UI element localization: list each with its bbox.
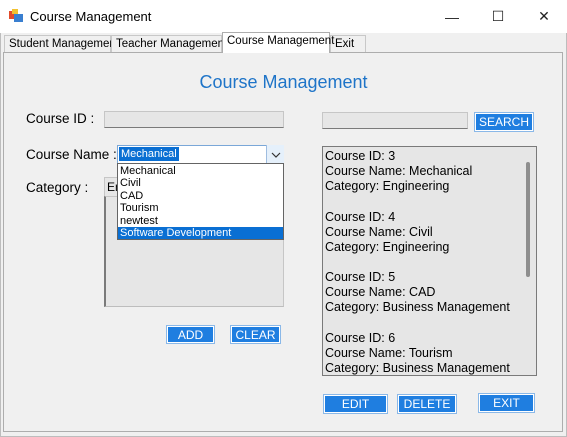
result-line: Course Name: Mechanical bbox=[325, 164, 473, 178]
minimize-button[interactable]: — bbox=[429, 0, 475, 33]
dropdown-option[interactable]: newtest bbox=[118, 215, 283, 227]
window-title: Course Management bbox=[30, 9, 152, 24]
course-name-selected-value: Mechanical bbox=[119, 147, 179, 161]
results-textarea[interactable]: Course ID: 3 Course Name: Mechanical Cat… bbox=[322, 146, 537, 376]
search-button[interactable]: SEARCH bbox=[474, 112, 534, 132]
category-label: Category : bbox=[26, 180, 89, 195]
result-line: Category: Engineering bbox=[325, 179, 450, 193]
chevron-down-icon[interactable] bbox=[266, 145, 284, 164]
result-line: Course Name: Tourism bbox=[325, 346, 453, 360]
result-line: Category: Business Management bbox=[325, 300, 510, 314]
course-name-label: Course Name : bbox=[26, 147, 117, 162]
result-line: Category: Business Management bbox=[325, 361, 510, 375]
result-line: Course ID: 3 bbox=[325, 149, 396, 163]
dropdown-option[interactable]: Civil bbox=[118, 177, 283, 189]
clear-button[interactable]: CLEAR bbox=[230, 325, 281, 344]
dropdown-option-highlighted[interactable]: Software Development bbox=[118, 227, 283, 240]
dropdown-option[interactable]: Mechanical bbox=[118, 165, 283, 177]
result-line: Category: Engineering bbox=[325, 239, 450, 254]
course-id-input[interactable] bbox=[104, 111, 284, 128]
maximize-button[interactable]: ☐ bbox=[475, 0, 521, 33]
page-title: Course Management bbox=[199, 72, 368, 92]
course-name-dropdown-list: Mechanical Civil CAD Tourism newtest Sof… bbox=[117, 163, 284, 240]
app-icon bbox=[9, 9, 23, 22]
course-id-label: Course ID : bbox=[26, 111, 95, 126]
edit-button[interactable]: EDIT bbox=[323, 394, 388, 414]
tab-exit[interactable]: Exit bbox=[330, 35, 366, 52]
dropdown-option[interactable]: Tourism bbox=[118, 202, 283, 214]
tab-course-management[interactable]: Course Management bbox=[222, 32, 334, 53]
result-line: Course Name: CAD bbox=[325, 285, 436, 299]
delete-button[interactable]: DELETE bbox=[397, 394, 457, 414]
tab-student-management[interactable]: Student Management bbox=[4, 35, 119, 52]
tab-teacher-management[interactable]: Teacher Management bbox=[111, 35, 227, 52]
search-input[interactable] bbox=[322, 112, 468, 129]
result-line: Course ID: 4 bbox=[325, 209, 396, 224]
results-scrollbar[interactable] bbox=[526, 162, 530, 277]
result-line: Course Name: Civil bbox=[325, 224, 433, 239]
dropdown-option[interactable]: CAD bbox=[118, 190, 283, 202]
result-line: Course ID: 6 bbox=[325, 331, 396, 345]
result-line: Course ID: 5 bbox=[325, 270, 396, 284]
close-button[interactable]: ✕ bbox=[521, 0, 567, 33]
add-button[interactable]: ADD bbox=[166, 325, 215, 344]
exit-button[interactable]: EXIT bbox=[478, 393, 535, 413]
